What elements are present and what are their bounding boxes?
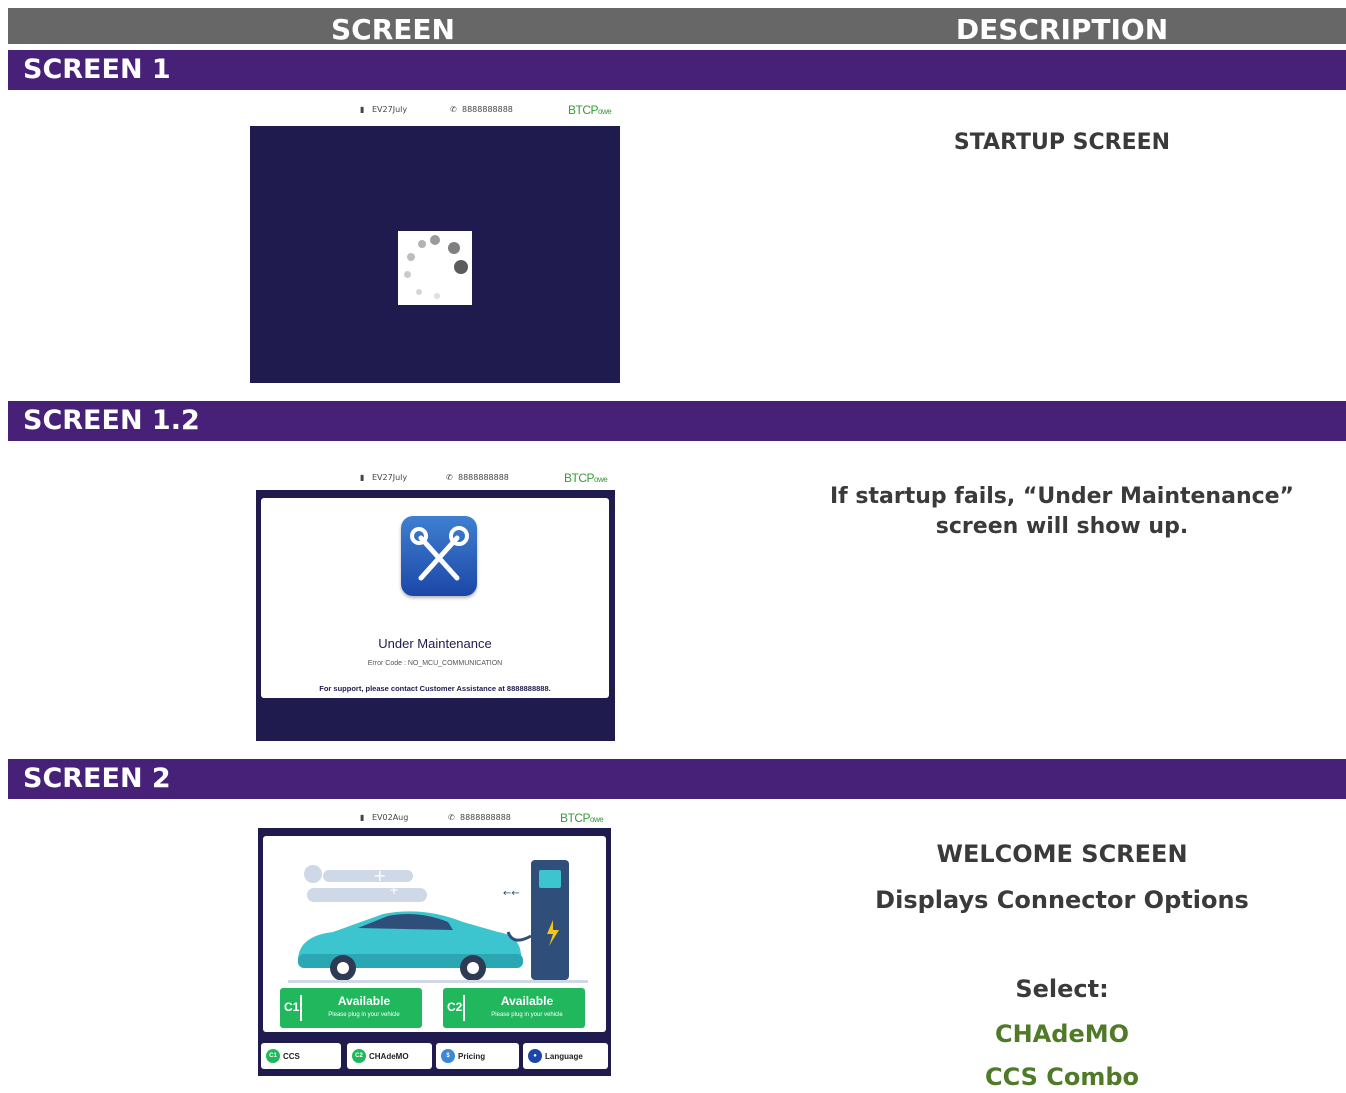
maintenance-title: Under Maintenance [378, 636, 492, 651]
maintenance-screen-mock: ▮ EV27July ✆ 8888888888 BTCPowe Under Ma… [256, 468, 615, 741]
description-startup: STARTUP SCREEN [953, 130, 1171, 155]
language-button[interactable]: ● Language [523, 1043, 608, 1069]
welcome-screen-mock: ▮ EV02Aug ✆ 8888888888 BTCPowe + + ←← C1… [258, 808, 611, 1076]
description-select: Select: [1015, 975, 1109, 1003]
support-text: For support, please contact Customer Ass… [319, 684, 551, 693]
phone-number: 8888888888 [460, 813, 511, 822]
fuel-icon: ▮ [360, 813, 365, 822]
description-welcome-title: WELCOME SCREEN [936, 840, 1188, 868]
device-id: EV27July [372, 105, 408, 114]
device-id: EV02Aug [372, 813, 409, 822]
connector-c2-status[interactable]: C2 Available Please plug in your vehicle [443, 988, 585, 1028]
loading-spinner-icon [398, 231, 472, 305]
globe-icon: ● [528, 1049, 542, 1063]
header-description: DESCRIPTION [955, 13, 1169, 46]
brand-logo: BTCPowe [568, 103, 612, 117]
phone-number: 8888888888 [462, 105, 513, 114]
svg-text:+: + [373, 866, 386, 885]
section-bar-screen-1-2: SCREEN 1.2 [8, 401, 1346, 441]
phone-icon: ✆ [446, 473, 453, 482]
fuel-icon: ▮ [360, 473, 365, 482]
status-bar: ▮ EV02Aug ✆ 8888888888 BTCPowe [258, 808, 611, 826]
header-screen: SCREEN [331, 13, 455, 46]
brand-logo: BTCPowe [560, 811, 604, 825]
error-code: Error Code : NO_MCU_COMMUNICATION [367, 660, 503, 667]
maintenance-card: Under Maintenance Error Code : NO_MCU_CO… [261, 498, 609, 698]
tools-icon [401, 516, 477, 596]
section-bar-screen-1: SCREEN 1 [8, 50, 1346, 90]
chademo-button[interactable]: C2 CHAdeMO [347, 1043, 432, 1069]
section-bar-screen-2: SCREEN 2 [8, 759, 1346, 799]
brand-logo: BTCPowe [564, 471, 608, 485]
option-ccs-combo: CCS Combo [984, 1063, 1140, 1091]
svg-text:+: + [389, 883, 399, 897]
connector-c1-status[interactable]: C1 Available Please plug in your vehicle [280, 988, 422, 1028]
description-maintenance: If startup fails, “Under Maintenance” sc… [829, 484, 1295, 539]
phone-icon: ✆ [450, 105, 457, 114]
ccs-button[interactable]: C1 CCS [261, 1043, 341, 1069]
device-id: EV27July [372, 473, 408, 482]
phone-number: 8888888888 [458, 473, 509, 482]
option-chademo: CHAdeMO [994, 1020, 1129, 1048]
pricing-button[interactable]: $ Pricing [436, 1043, 519, 1069]
dollar-icon: $ [441, 1049, 455, 1063]
startup-screen-mock: ▮ EV27July ✆ 8888888888 BTCPowe [250, 100, 620, 383]
description-welcome-sub: Displays Connector Options [875, 886, 1249, 914]
screen-body [250, 126, 620, 383]
status-bar: ▮ EV27July ✆ 8888888888 BTCPowe [256, 468, 615, 486]
phone-icon: ✆ [448, 813, 455, 822]
svg-text:←←: ←← [503, 888, 520, 899]
fuel-icon: ▮ [360, 105, 365, 114]
status-bar: ▮ EV27July ✆ 8888888888 BTCPowe [250, 100, 620, 118]
table-header: SCREEN DESCRIPTION [8, 8, 1346, 46]
